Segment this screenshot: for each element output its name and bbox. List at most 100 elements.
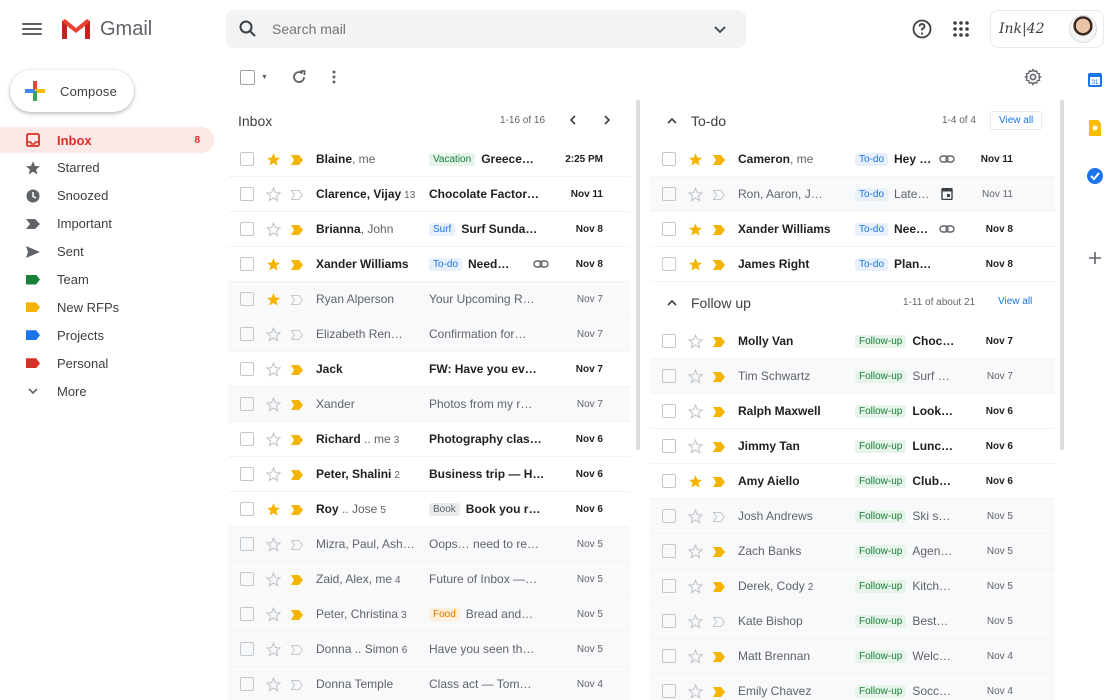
- label-chip[interactable]: Follow-up: [855, 509, 907, 523]
- star-filled-icon[interactable]: [266, 292, 281, 307]
- important-marker-icon[interactable]: [713, 546, 725, 557]
- row-checkbox[interactable]: [662, 404, 676, 418]
- important-marker-icon[interactable]: [713, 686, 725, 697]
- link-icon[interactable]: [533, 258, 549, 270]
- star-filled-icon[interactable]: [688, 152, 703, 167]
- star-outline-icon[interactable]: [687, 403, 704, 419]
- important-marker-icon[interactable]: [291, 469, 303, 480]
- email-row[interactable]: James Right To-do Plan… Nov 8: [650, 247, 1055, 282]
- row-checkbox[interactable]: [240, 257, 254, 271]
- inbox-scrollbar[interactable]: [636, 100, 640, 450]
- calendar-icon[interactable]: [939, 187, 955, 201]
- link-icon[interactable]: [939, 223, 955, 235]
- row-checkbox[interactable]: [662, 649, 676, 663]
- row-checkbox[interactable]: [662, 509, 676, 523]
- important-outline-icon[interactable]: [290, 329, 304, 340]
- star-filled-icon[interactable]: [266, 502, 281, 517]
- email-row[interactable]: Clarence, Vijay 13 Chocolate Factor… Nov 11: [228, 177, 630, 212]
- sidebar-item-new-rfps[interactable]: New RFPs: [0, 294, 214, 320]
- email-row[interactable]: Peter, Christina 3 Food Bread and… Nov 5: [228, 597, 630, 632]
- row-checkbox[interactable]: [240, 642, 254, 656]
- refresh-icon[interactable]: [290, 68, 308, 86]
- label-chip[interactable]: Follow-up: [855, 649, 907, 663]
- star-outline-icon[interactable]: [687, 438, 704, 454]
- label-chip[interactable]: Follow-up: [855, 684, 907, 698]
- email-row[interactable]: Jack FW: Have you ev… Nov 7: [228, 352, 630, 387]
- star-filled-icon[interactable]: [266, 152, 281, 167]
- sidebar-item-team[interactable]: Team: [0, 267, 214, 293]
- email-row[interactable]: Elizabeth Ren… Confirmation for… Nov 7: [228, 317, 630, 352]
- star-outline-icon[interactable]: [265, 431, 282, 447]
- email-row[interactable]: Ralph Maxwell Follow-up Looki… Nov 6: [650, 394, 1055, 429]
- row-checkbox[interactable]: [240, 677, 254, 691]
- row-checkbox[interactable]: [662, 579, 676, 593]
- row-checkbox[interactable]: [240, 467, 254, 481]
- label-chip[interactable]: To-do: [855, 222, 889, 236]
- sidebar-item-inbox[interactable]: Inbox 8: [0, 127, 214, 153]
- account-switcher[interactable]: Ink|42: [990, 10, 1104, 48]
- row-checkbox[interactable]: [662, 474, 676, 488]
- row-checkbox[interactable]: [240, 292, 254, 306]
- email-row[interactable]: Matt Brennan Follow-up Welco… Nov 4: [650, 639, 1055, 674]
- row-checkbox[interactable]: [240, 362, 254, 376]
- email-row[interactable]: Kate Bishop Follow-up Best… Nov 5: [650, 604, 1055, 639]
- important-marker-icon[interactable]: [713, 651, 725, 662]
- star-outline-icon[interactable]: [265, 536, 282, 552]
- sidebar-item-starred[interactable]: Starred: [0, 155, 214, 181]
- important-outline-icon[interactable]: [290, 644, 304, 655]
- star-filled-icon[interactable]: [688, 257, 703, 272]
- star-outline-icon[interactable]: [687, 613, 704, 629]
- email-row[interactable]: Brianna, John Surf Surf Sunda… Nov 8: [228, 212, 630, 247]
- email-row[interactable]: Xander Williams To-do Need… Nov 8: [228, 247, 630, 282]
- star-outline-icon[interactable]: [265, 186, 282, 202]
- email-row[interactable]: Cameron, me To-do Hey t… Nov 11: [650, 142, 1055, 177]
- sidebar-item-snoozed[interactable]: Snoozed: [0, 183, 214, 209]
- calendar-addon-icon[interactable]: 31: [1085, 70, 1105, 90]
- label-chip[interactable]: Follow-up: [855, 544, 907, 558]
- important-marker-icon[interactable]: [713, 259, 725, 270]
- important-outline-icon[interactable]: [712, 616, 726, 627]
- important-marker-icon[interactable]: [291, 574, 303, 585]
- todo-view-all-button[interactable]: View all: [990, 111, 1043, 130]
- email-row[interactable]: Donna Temple Class act — Tom… Nov 4: [228, 667, 630, 700]
- important-marker-icon[interactable]: [713, 406, 725, 417]
- important-marker-icon[interactable]: [291, 434, 303, 445]
- email-row[interactable]: Donna .. Simon 6 Have you seen th… Nov 5: [228, 632, 630, 667]
- row-checkbox[interactable]: [240, 502, 254, 516]
- more-options-icon[interactable]: [325, 68, 343, 86]
- important-outline-icon[interactable]: [290, 679, 304, 690]
- important-marker-icon[interactable]: [291, 224, 303, 235]
- label-chip[interactable]: To-do: [855, 152, 889, 166]
- important-outline-icon[interactable]: [290, 189, 304, 200]
- right-pane-scrollbar[interactable]: [1060, 100, 1064, 450]
- important-marker-icon[interactable]: [713, 154, 725, 165]
- star-outline-icon[interactable]: [265, 641, 282, 657]
- important-marker-icon[interactable]: [291, 364, 303, 375]
- star-outline-icon[interactable]: [265, 326, 282, 342]
- important-marker-icon[interactable]: [713, 581, 725, 592]
- row-checkbox[interactable]: [662, 369, 676, 383]
- email-row[interactable]: Ron, Aaron, J… To-do Late… Nov 11: [650, 177, 1055, 212]
- row-checkbox[interactable]: [240, 187, 254, 201]
- email-row[interactable]: Blaine, me Vacation Greece… 2:25 PM: [228, 142, 630, 177]
- add-addon-plus-icon[interactable]: [1085, 248, 1105, 268]
- star-outline-icon[interactable]: [687, 543, 704, 559]
- row-checkbox[interactable]: [662, 614, 676, 628]
- important-marker-icon[interactable]: [291, 154, 303, 165]
- label-chip[interactable]: Follow-up: [855, 474, 907, 488]
- sidebar-item-sent[interactable]: Sent: [0, 239, 214, 265]
- gmail-logo[interactable]: Gmail: [60, 16, 152, 42]
- select-options-caret-icon[interactable]: ▼: [261, 74, 268, 81]
- chevron-left-icon[interactable]: [567, 114, 579, 126]
- important-outline-icon[interactable]: [712, 189, 726, 200]
- email-row[interactable]: Zaid, Alex, me 4 Future of Inbox —… Nov 5: [228, 562, 630, 597]
- help-icon[interactable]: [911, 18, 933, 40]
- row-checkbox[interactable]: [662, 439, 676, 453]
- star-outline-icon[interactable]: [687, 368, 704, 384]
- sidebar-item-more[interactable]: More: [0, 378, 214, 404]
- label-chip[interactable]: Follow-up: [855, 404, 907, 418]
- star-filled-icon[interactable]: [688, 474, 703, 489]
- important-marker-icon[interactable]: [713, 224, 725, 235]
- row-checkbox[interactable]: [662, 187, 676, 201]
- email-row[interactable]: Amy Aiello Follow-up Club… Nov 6: [650, 464, 1055, 499]
